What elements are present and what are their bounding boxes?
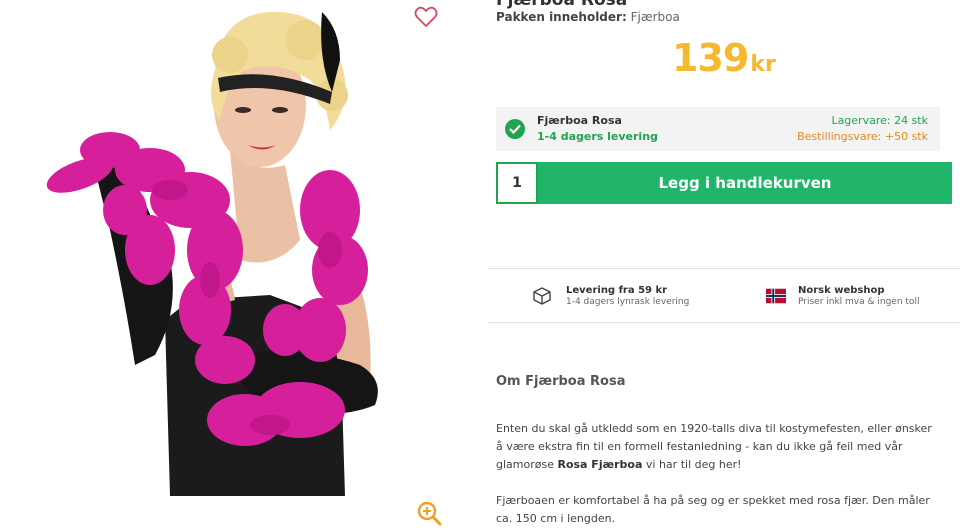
- divider: [488, 322, 960, 323]
- norway-flag-icon: [766, 288, 786, 304]
- add-to-cart-button[interactable]: Legg i handlekurven: [538, 162, 952, 204]
- package-contents-label: Pakken inneholder:: [496, 10, 627, 24]
- stock-product-name: Fjærboa Rosa: [537, 114, 622, 127]
- usp-delivery-title: Levering fra 59 kr: [566, 285, 668, 296]
- package-contents: Pakken inneholder: Fjærboa: [496, 10, 680, 24]
- price-currency: kr: [750, 52, 776, 77]
- zoom-button[interactable]: [416, 500, 442, 526]
- usp-delivery-subtitle: 1-4 dagers lynrask levering: [566, 297, 690, 307]
- heart-outline-icon: [414, 6, 438, 27]
- usp-norwegian-subtitle: Priser inkl mva & ingen toll: [798, 297, 920, 307]
- stock-lagervare: Lagervare: 24 stk: [831, 114, 928, 127]
- zoom-in-icon: [417, 501, 442, 526]
- product-info: Fjærboa Rosa Pakken inneholder: Fjærboa …: [488, 0, 960, 528]
- stock-bestillingsvare: Bestillingsvare: +50 stk: [797, 130, 928, 143]
- stock-delivery-time: 1-4 dagers levering: [537, 130, 658, 143]
- product-title: Fjærboa Rosa: [496, 0, 628, 10]
- quantity-input[interactable]: 1: [496, 162, 538, 204]
- favorite-button[interactable]: [414, 6, 438, 28]
- product-image[interactable]: [40, 0, 400, 496]
- description-text-end: vi har til deg her!: [642, 458, 742, 471]
- stock-status-box: Fjærboa Rosa 1-4 dagers levering Lagerva…: [496, 107, 940, 151]
- description-paragraph-2: Fjærboaen er komfortabel å ha på seg og …: [496, 494, 930, 525]
- about-title: Om Fjærboa Rosa: [496, 374, 626, 389]
- price: 139kr: [672, 36, 776, 80]
- product-gallery: [0, 0, 470, 528]
- divider: [488, 268, 960, 269]
- description-paragraph: Enten du skal gå utkledd som en 1920-tal…: [496, 420, 941, 474]
- package-contents-value: Fjærboa: [630, 10, 680, 24]
- price-value: 139: [672, 36, 749, 80]
- description-highlight: Rosa Fjærboa: [557, 458, 643, 471]
- check-circle-icon: [505, 119, 525, 139]
- usp-norwegian-title: Norsk webshop: [798, 285, 885, 296]
- box-icon: [533, 287, 551, 305]
